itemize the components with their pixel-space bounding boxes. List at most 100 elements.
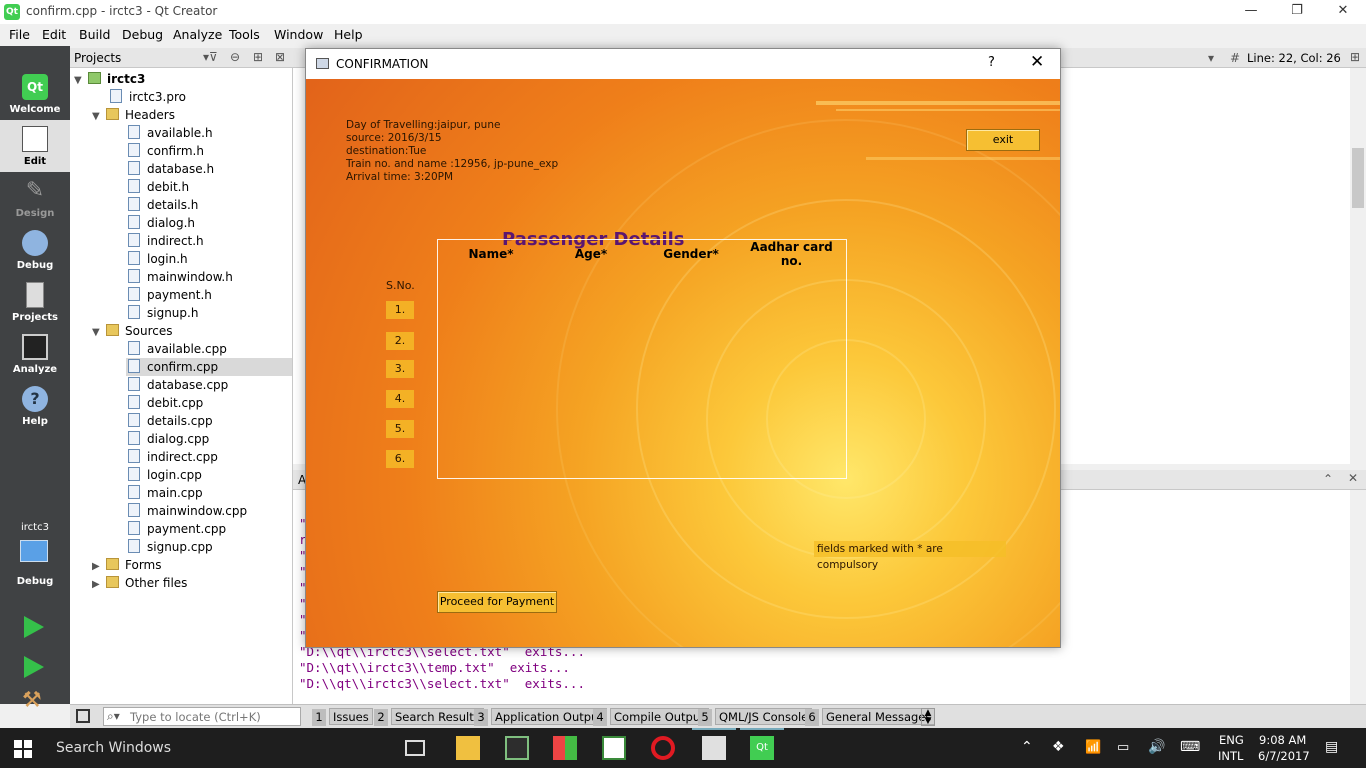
editor-scrollbar[interactable] <box>1350 68 1366 464</box>
sources-file[interactable]: debit.cpp <box>128 394 203 412</box>
mode-welcome[interactable]: Qt Welcome <box>0 68 70 120</box>
close-window-button[interactable]: ✕ <box>1320 0 1366 24</box>
menu-debug[interactable]: Debug <box>122 27 163 42</box>
language-layout[interactable]: INTL <box>1218 749 1243 763</box>
run-icon[interactable] <box>24 616 44 638</box>
scrollbar-thumb[interactable] <box>1352 148 1364 208</box>
tree-pro-file[interactable]: irctc3.pro <box>110 88 186 106</box>
taskbar-search[interactable]: Search Windows <box>40 728 380 768</box>
headers-file[interactable]: payment.h <box>128 286 212 304</box>
mode-edit[interactable]: Edit <box>0 120 70 172</box>
sources-file[interactable]: payment.cpp <box>128 520 226 538</box>
tree-other-files[interactable]: ▶ Other files <box>92 574 187 592</box>
headers-file[interactable]: dialog.h <box>128 214 195 232</box>
filter-icon[interactable]: ▾⊽ <box>203 50 218 64</box>
network-icon[interactable]: 📶 <box>1085 740 1101 755</box>
proceed-payment-button[interactable]: Proceed for Payment <box>437 591 557 613</box>
menu-analyze[interactable]: Analyze <box>173 27 222 42</box>
mode-projects[interactable]: Projects <box>0 276 70 328</box>
tree-root[interactable]: ▼ irctc3 <box>74 70 145 88</box>
menu-window[interactable]: Window <box>274 27 323 42</box>
console-app-icon[interactable] <box>505 736 529 760</box>
split-icon[interactable]: ⊞ <box>253 50 263 64</box>
maximize-button[interactable]: ❐ <box>1274 0 1320 24</box>
dialog-close-button[interactable]: ✕ <box>1030 52 1044 72</box>
menu-edit[interactable]: Edit <box>42 27 66 42</box>
tab-qml-console[interactable]: 5 QML/JS Console <box>698 708 813 726</box>
headers-file[interactable]: database.h <box>128 160 214 178</box>
headers-file[interactable]: details.h <box>128 196 198 214</box>
dropbox-icon[interactable]: ❖ <box>1052 739 1065 755</box>
sources-file[interactable]: dialog.cpp <box>128 430 209 448</box>
close-pane-icon[interactable]: ⊠ <box>275 50 285 64</box>
maximize-pane-icon[interactable]: ⌃ <box>1323 472 1333 486</box>
tab-application-output[interactable]: 3 Application Output <box>474 708 607 726</box>
headers-file[interactable]: login.h <box>128 250 188 268</box>
dropdown-arrow-icon[interactable]: ▾ <box>1208 51 1214 65</box>
debug-run-icon[interactable] <box>24 656 44 678</box>
file-explorer-icon[interactable] <box>456 736 480 760</box>
sources-file[interactable]: signup.cpp <box>128 538 213 556</box>
sources-file[interactable]: database.cpp <box>128 376 228 394</box>
dialog-help-button[interactable]: ? <box>988 55 995 70</box>
output-scrollbar[interactable] <box>1350 490 1366 704</box>
minimize-button[interactable]: — <box>1228 0 1274 24</box>
headers-file[interactable]: signup.h <box>128 304 198 322</box>
mode-help[interactable]: ? Help <box>0 380 70 432</box>
qt-taskbar-icon[interactable]: Qt <box>750 736 774 760</box>
menu-tools[interactable]: Tools <box>229 27 260 42</box>
headers-file[interactable]: indirect.h <box>128 232 204 250</box>
toggle-sidebar-icon[interactable] <box>76 709 90 723</box>
keyboard-icon[interactable]: ⌨ <box>1180 739 1200 755</box>
menu-help[interactable]: Help <box>334 27 363 42</box>
tree-sources[interactable]: ▼ Sources <box>92 322 172 340</box>
file-label: debit.h <box>147 180 190 194</box>
file-label: available.h <box>147 126 213 140</box>
mode-debug[interactable]: Debug <box>0 224 70 276</box>
link-icon[interactable]: ⊖ <box>230 50 240 64</box>
tree-headers[interactable]: ▼ Headers <box>92 106 175 124</box>
design-app-icon[interactable] <box>702 736 726 760</box>
sources-file[interactable]: details.cpp <box>128 412 213 430</box>
sources-file[interactable]: confirm.cpp <box>128 358 218 376</box>
windows-start-icon[interactable] <box>14 740 32 758</box>
sources-file[interactable]: mainwindow.cpp <box>128 502 247 520</box>
app-grid-icon[interactable] <box>553 736 577 760</box>
tab-general-messages[interactable]: 6 General Messages <box>805 708 936 726</box>
language-code[interactable]: ENG <box>1219 733 1244 747</box>
target-computer-icon[interactable] <box>20 540 48 562</box>
opera-icon[interactable] <box>651 736 675 760</box>
tree-forms[interactable]: ▶ Forms <box>92 556 161 574</box>
task-view-icon[interactable] <box>405 740 425 756</box>
sources-file[interactable]: main.cpp <box>128 484 203 502</box>
tab-compile-output[interactable]: 4 Compile Output <box>593 708 709 726</box>
sources-file[interactable]: available.cpp <box>128 340 227 358</box>
menu-build[interactable]: Build <box>79 27 110 42</box>
sources-file[interactable]: indirect.cpp <box>128 448 218 466</box>
mode-design[interactable]: ✎ Design <box>0 172 70 224</box>
headers-file[interactable]: mainwindow.h <box>128 268 233 286</box>
headers-file[interactable]: debit.h <box>128 178 189 196</box>
exit-button[interactable]: exit <box>966 129 1040 151</box>
volume-icon[interactable]: 🔊 <box>1148 739 1165 755</box>
tab-issues[interactable]: 1 Issues <box>312 708 373 726</box>
tab-search-results[interactable]: 2 Search Results <box>374 708 484 726</box>
clock-time[interactable]: 9:08 AM <box>1259 733 1306 747</box>
mode-analyze[interactable]: Analyze <box>0 328 70 380</box>
more-tabs-icon[interactable]: ▲ ▼ <box>921 708 935 726</box>
file-icon <box>128 215 140 229</box>
notepad-icon[interactable] <box>602 736 626 760</box>
sources-file[interactable]: login.cpp <box>128 466 202 484</box>
headers-file[interactable]: confirm.h <box>128 142 204 160</box>
notifications-icon[interactable]: ▤ <box>1325 739 1338 755</box>
menu-file[interactable]: File <box>9 27 30 42</box>
split-editor-icon[interactable]: ⊞ <box>1350 50 1360 64</box>
clock-date[interactable]: 6/7/2017 <box>1258 749 1310 763</box>
battery-icon[interactable]: ▭ <box>1117 740 1129 755</box>
close-output-icon[interactable]: ✕ <box>1348 471 1358 485</box>
headers-file[interactable]: available.h <box>128 124 213 142</box>
tray-chevron-icon[interactable]: ⌃ <box>1021 739 1033 755</box>
mode-welcome-label: Welcome <box>9 104 61 115</box>
locator-box[interactable]: ⌕▾ Type to locate (Ctrl+K) <box>103 707 301 726</box>
build-hammer-icon[interactable]: ⚒ <box>22 688 42 713</box>
